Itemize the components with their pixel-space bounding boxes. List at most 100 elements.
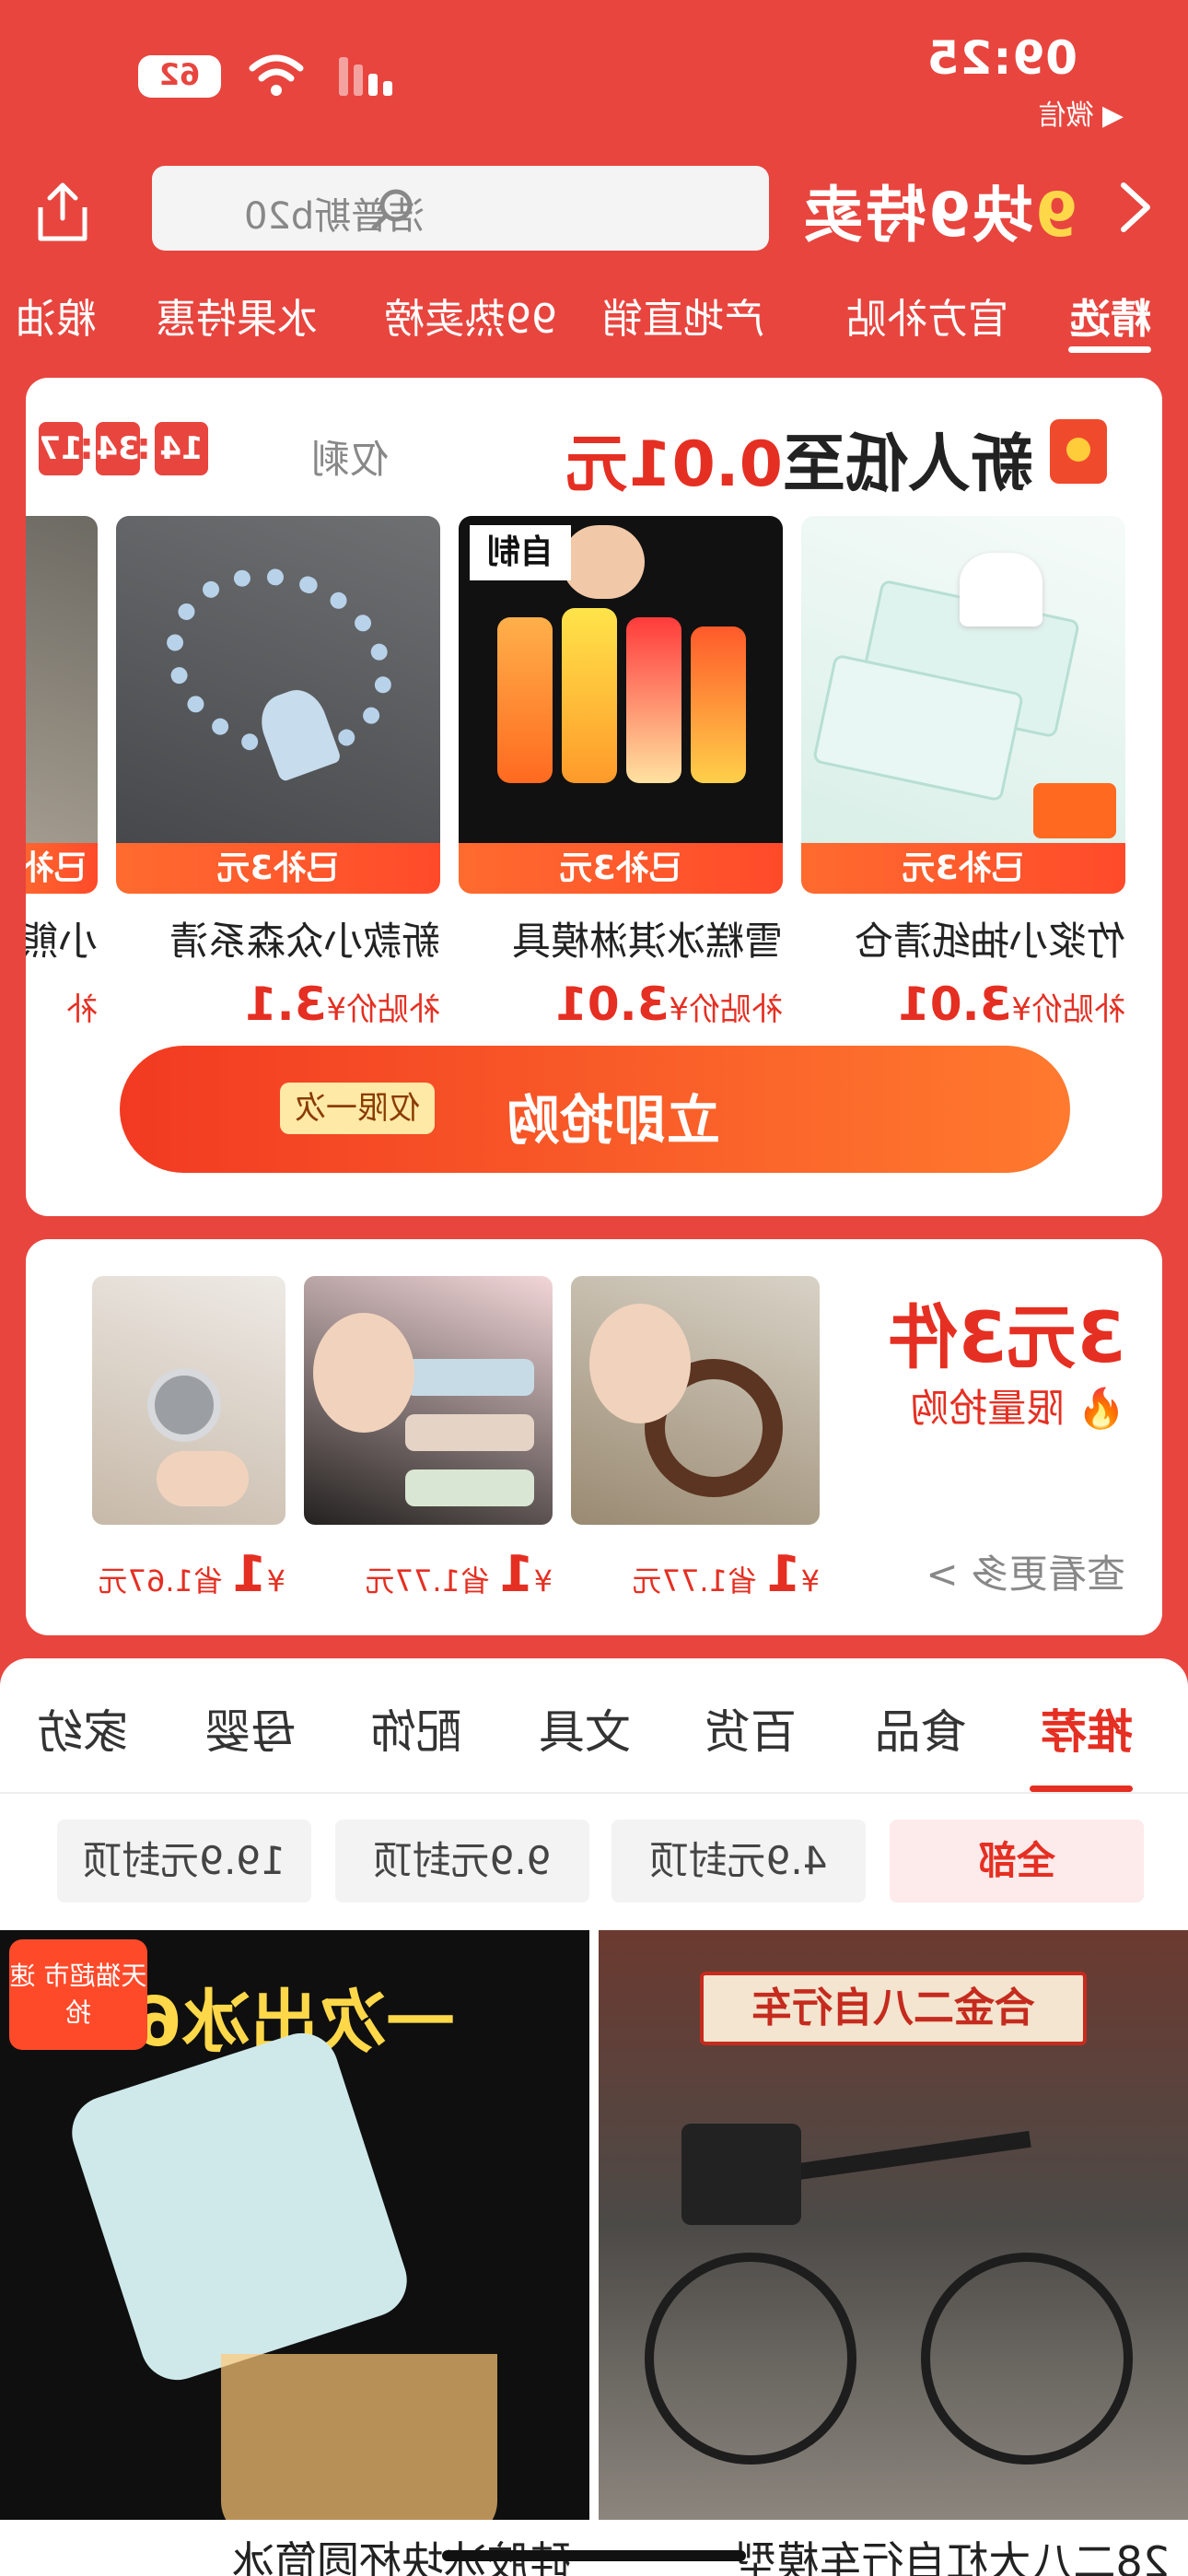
product-price: 补: [26, 978, 98, 1031]
product-image: 自制: [459, 516, 783, 843]
category-tab-origin-direct[interactable]: 产地直销: [602, 286, 764, 345]
tab-mother-baby[interactable]: 母婴: [204, 1695, 297, 1762]
product-price: 补贴价¥3.1: [116, 978, 440, 1031]
price-value: 3.01: [897, 978, 1012, 1031]
price-label: 补贴价¥: [326, 991, 440, 1028]
new-user-title-main: 新人低至: [782, 428, 1033, 501]
product-price: 补贴价¥3.01: [459, 978, 783, 1031]
deal-price-value: 1: [232, 1545, 267, 1603]
category-active-indicator: [1068, 346, 1151, 353]
back-to-wechat-link[interactable]: ◀ 微信: [1038, 92, 1124, 133]
status-time: 09:25: [926, 31, 1077, 85]
subsidy-badge: 已补3元: [26, 843, 98, 938]
bicycle-wheel-icon: [645, 2253, 856, 2465]
product-price: 补贴价¥3.01: [801, 978, 1125, 1031]
deal-price: ¥1 省1.77元: [365, 1545, 553, 1603]
deal-price-value: 1: [499, 1545, 534, 1603]
tab-food[interactable]: 食品: [875, 1695, 967, 1762]
search-placeholder: 洁普斯b20: [244, 195, 425, 238]
three-for-three-card: 3元3件 🔥 限量抢购 查看更多 > ¥1 省1.77元 ¥1 省1.77元 ¥…: [26, 1239, 1162, 1635]
price-label: 补贴价¥: [1011, 991, 1125, 1028]
subsidy-badge: 已补3元: [116, 843, 440, 894]
share-icon[interactable]: [33, 180, 92, 244]
three-deal-item[interactable]: ¥1 省1.77元: [571, 1276, 820, 1603]
back-chevron-icon[interactable]: [1105, 180, 1160, 235]
deal-price: ¥1 省1.67元: [98, 1545, 285, 1603]
buy-now-button[interactable]: 立即抢购 仅限一次: [120, 1046, 1070, 1173]
search-icon: [370, 187, 414, 231]
new-user-product[interactable]: 已补3元 竹浆小抽纸清仓 补贴价¥3.01: [801, 516, 1125, 1031]
home-indicator: [442, 2550, 746, 2561]
category-tab-official-subsidy[interactable]: 官方补贴: [846, 286, 1008, 345]
product-name: 新款小众森系清: [169, 919, 440, 964]
divider: [0, 1792, 1188, 1794]
product-image: [304, 1276, 553, 1525]
new-user-title: 新人低至0.01元: [565, 413, 1033, 504]
countdown-hours: 14: [155, 422, 208, 475]
countdown-label: 仅剩: [310, 437, 389, 482]
price-label: 补: [66, 991, 98, 1028]
tmall-badge: 天猫超市 速抢: [9, 1939, 147, 2050]
price-value: 3.1: [244, 978, 327, 1031]
tab-recommend[interactable]: 推荐: [1041, 1695, 1133, 1762]
product-image: [801, 516, 1125, 843]
see-more-link[interactable]: 查看更多 >: [926, 1543, 1125, 1599]
tab-accessories[interactable]: 配饰: [370, 1695, 462, 1762]
product-name: 竹浆小抽纸清仓: [854, 919, 1125, 964]
chip-19-9-cap[interactable]: 19.9元封顶: [57, 1820, 311, 1903]
feed-tabs: 推荐 食品 百货 文具 配饰 母婴 家纺: [0, 1695, 1188, 1792]
new-user-card: 新人低至0.01元 仅剩 14 : 34 : 17 已补3元 竹浆小抽纸清仓 补…: [26, 378, 1162, 1216]
product-image: [571, 1276, 820, 1525]
page-title-rest: 块9特卖: [801, 180, 1034, 251]
new-user-title-price: 0.01元: [565, 428, 783, 501]
price-label: 补贴价¥: [669, 991, 783, 1028]
feed-overlay-text: 合金二八自行车: [700, 1972, 1087, 2045]
battery-indicator: 62: [138, 55, 221, 98]
page-title-prefix: 9: [1033, 180, 1077, 251]
price-value: 3.01: [554, 978, 670, 1031]
search-input[interactable]: 洁普斯b20: [152, 166, 769, 251]
deal-saving: 省1.77元: [365, 1563, 490, 1598]
deal-price: ¥1 省1.77元: [632, 1545, 820, 1603]
category-tab-grain-oil[interactable]: 粮油: [16, 286, 97, 345]
new-user-product[interactable]: 自制 已补3元 雪糕冰淇淋模具 补贴价¥3.01: [459, 516, 783, 1031]
category-tab-featured[interactable]: 精选: [1070, 286, 1151, 345]
tab-active-indicator: [1030, 1786, 1133, 1792]
category-tabs: 精选 官方补贴 产地直销 99热卖榜 水果特惠 粮油: [0, 286, 1188, 359]
product-name: 小熊: [26, 919, 98, 964]
deal-price-value: 1: [766, 1545, 801, 1603]
feed-item-ice-cup[interactable]: 一次出冰6 天猫超市 速抢: [0, 1930, 589, 2520]
deal-saving: 省1.77元: [632, 1563, 757, 1598]
product-image: [26, 516, 98, 843]
product-image: [116, 516, 440, 843]
deal-saving: 省1.67元: [98, 1563, 223, 1598]
battery-level: 62: [158, 57, 201, 92]
product-name: 雪糕冰淇淋模具: [511, 919, 783, 964]
cellular-signal-icon: [332, 53, 396, 100]
tab-home-textiles[interactable]: 家纺: [37, 1695, 129, 1762]
wifi-icon: [249, 53, 304, 100]
chip-9-9-cap[interactable]: 9.9元封顶: [335, 1820, 589, 1903]
feed-item-bicycle[interactable]: 合金二八自行车: [599, 1930, 1188, 2520]
new-user-product[interactable]: 已补3元 新款小众森系清 补贴价¥3.1: [116, 516, 440, 1031]
countdown-minutes: 34: [96, 422, 140, 475]
three-deal-subtitle: 🔥 限量抢购: [910, 1386, 1125, 1431]
chip-4-9-cap[interactable]: 4.9元封顶: [611, 1820, 866, 1903]
countdown-seconds: 17: [39, 422, 83, 475]
buy-now-label: 立即抢购: [506, 1089, 720, 1152]
chip-all[interactable]: 全部: [890, 1820, 1144, 1903]
tab-general-goods[interactable]: 百货: [705, 1695, 797, 1762]
category-tab-hot-ranking[interactable]: 99热卖榜: [384, 286, 557, 345]
three-deal-item[interactable]: ¥1 省1.67元: [92, 1276, 285, 1603]
price-filter-chips: 全部 4.9元封顶 9.9元封顶 19.9元封顶: [0, 1820, 1188, 1903]
tab-stationery[interactable]: 文具: [539, 1695, 631, 1762]
product-image: [92, 1276, 285, 1525]
three-deal-title: 3元3件: [888, 1296, 1125, 1378]
once-only-tag: 仅限一次: [280, 1083, 435, 1134]
new-user-product[interactable]: 已补3元 小熊 补: [26, 516, 98, 1031]
category-tab-fruit-deals[interactable]: 水果特惠: [156, 286, 318, 345]
bicycle-wheel-icon: [921, 2253, 1133, 2465]
three-deal-item[interactable]: ¥1 省1.77元: [304, 1276, 553, 1603]
page-title: 9块9特卖: [801, 166, 1077, 254]
subsidy-badge: 已补3元: [801, 843, 1125, 894]
